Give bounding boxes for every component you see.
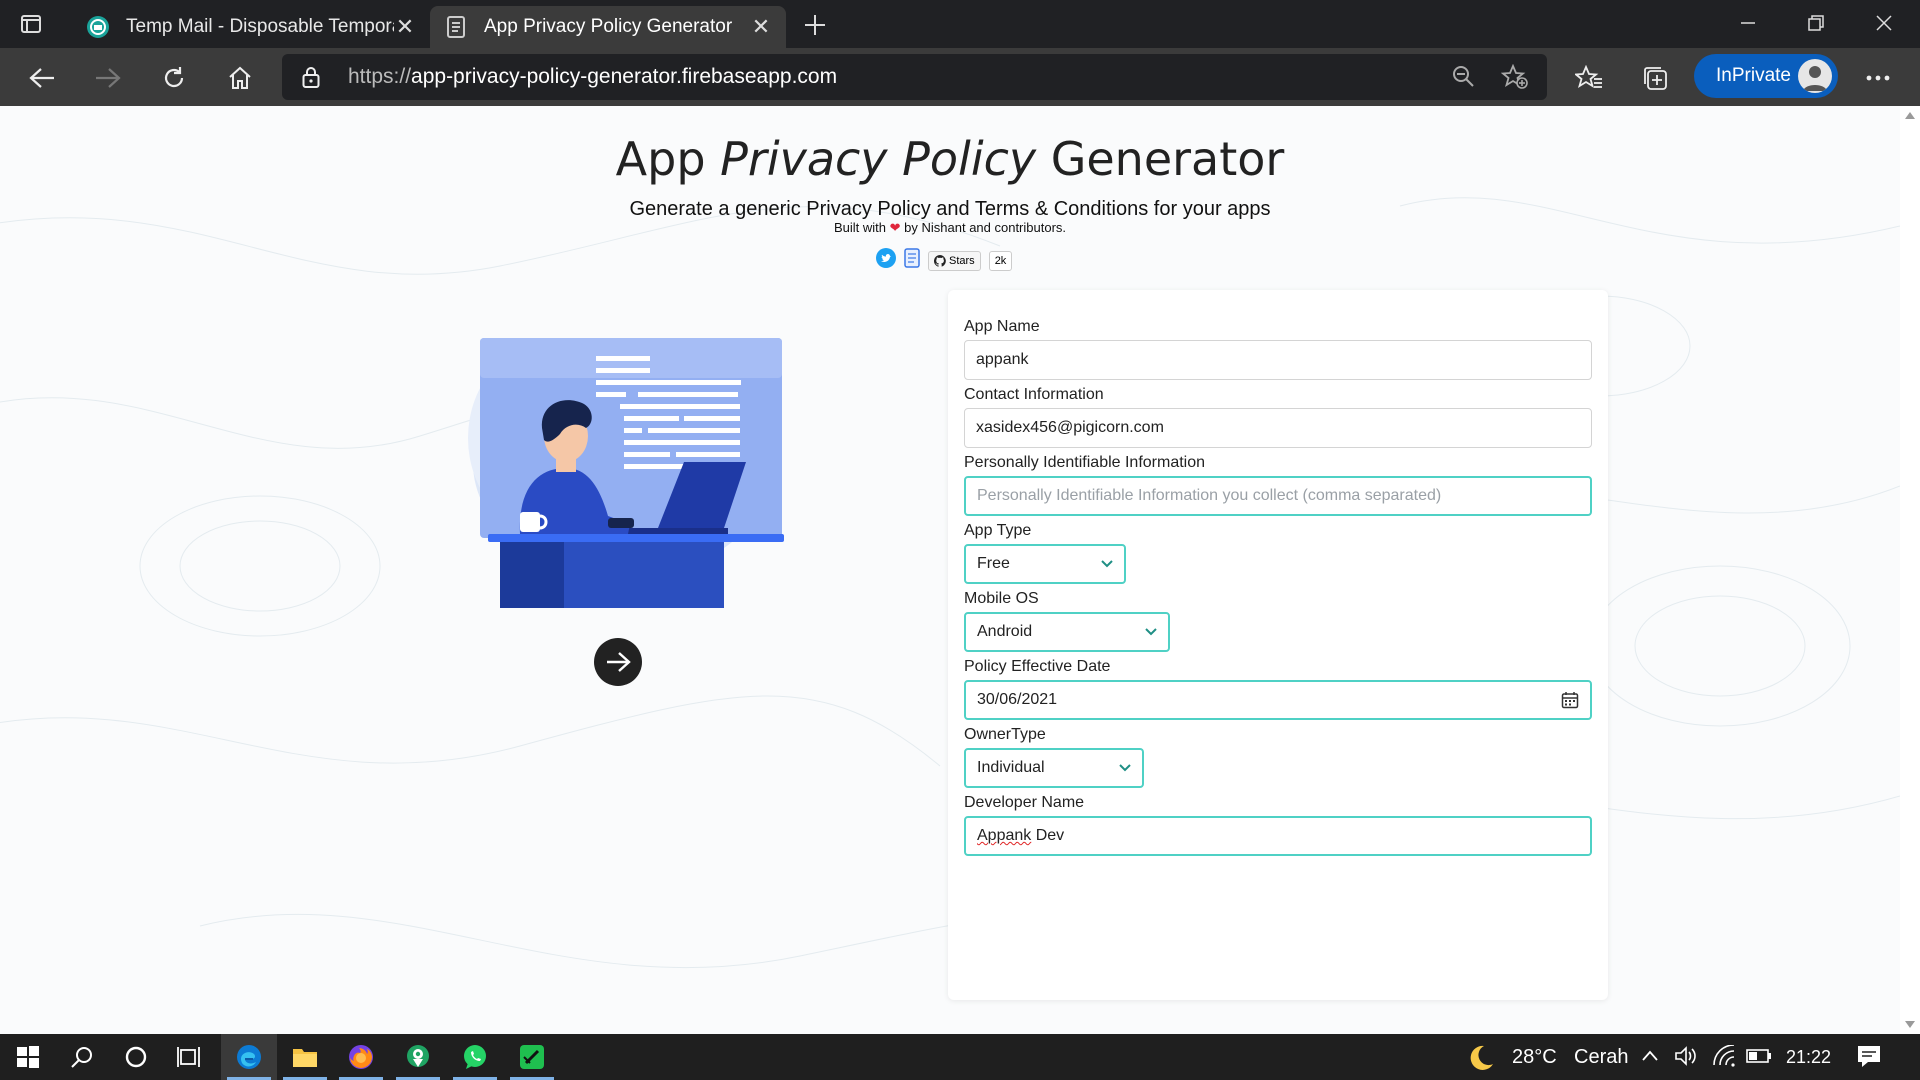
next-arrow-button[interactable] <box>594 638 642 686</box>
developer-name-label: Developer Name <box>964 794 1085 811</box>
page-title: App Privacy Policy Generator <box>615 132 1285 186</box>
inprivate-label: InPrivate <box>1716 65 1791 86</box>
address-bar[interactable]: https://app-privacy-policy-generator.fir… <box>282 54 1547 100</box>
volume-icon[interactable] <box>1674 1045 1698 1072</box>
github-stars-count[interactable]: 2k <box>988 250 1013 271</box>
inprivate-button[interactable]: InPrivate <box>1694 54 1838 98</box>
contact-label: Contact Information <box>964 386 1104 403</box>
scroll-down-icon[interactable] <box>1905 1021 1915 1028</box>
arrow-right-icon <box>607 652 631 672</box>
chevron-up-icon[interactable] <box>1640 1046 1660 1071</box>
tab-title: Temp Mail - Disposable Tempora <box>126 16 394 37</box>
zoom-icon[interactable] <box>1451 64 1475 93</box>
new-tab-plus-icon[interactable] <box>800 10 830 40</box>
developer-illustration <box>468 338 784 608</box>
weather-moon-icon[interactable] <box>1466 1043 1496 1078</box>
chevron-down-icon <box>1145 628 1157 636</box>
owner-type-label: OwnerType <box>964 726 1046 743</box>
add-favorite-star-icon[interactable] <box>1500 63 1529 95</box>
task-view-icon[interactable] <box>162 1034 218 1080</box>
collections-icon[interactable] <box>1637 60 1673 96</box>
app-type-label: App Type <box>964 522 1032 539</box>
tab-app-privacy-policy[interactable]: App Privacy Policy Generator ✕ <box>430 6 786 48</box>
mobile-os-label: Mobile OS <box>964 590 1039 607</box>
document-icon <box>444 15 468 39</box>
scroll-up-icon[interactable] <box>1905 112 1915 119</box>
clock-time[interactable]: 21:22 <box>1786 1047 1831 1068</box>
pii-input[interactable]: Personally Identifiable Information you … <box>964 476 1592 516</box>
firefox-icon[interactable] <box>333 1034 389 1080</box>
social-badges: Stars 2k <box>876 248 1013 273</box>
app-name-label: App Name <box>964 318 1040 335</box>
contact-input[interactable]: xasidex456@pigicorn.com <box>964 408 1592 448</box>
close-icon[interactable]: ✕ <box>750 14 772 39</box>
close-icon[interactable]: ✕ <box>394 14 416 39</box>
home-icon[interactable] <box>222 60 258 96</box>
browser-nav-bar: https://app-privacy-policy-generator.fir… <box>0 48 1920 106</box>
favorites-icon[interactable] <box>1571 60 1607 96</box>
wifi-icon[interactable] <box>1712 1044 1736 1072</box>
back-arrow-icon[interactable] <box>24 60 60 96</box>
github-icon <box>934 254 946 267</box>
tab-title: App Privacy Policy Generator <box>484 16 733 37</box>
page-subtitle: Generate a generic Privacy Policy and Te… <box>629 198 1271 220</box>
heart-icon: ❤ <box>889 220 901 235</box>
developer-name-input[interactable]: Appank Dev <box>964 816 1592 856</box>
chevron-down-icon <box>1101 560 1113 568</box>
weather-temperature[interactable]: 28°C <box>1512 1046 1557 1069</box>
profile-avatar-icon <box>1798 59 1832 93</box>
green-app-icon[interactable] <box>504 1034 560 1080</box>
chevron-down-icon <box>1119 764 1131 772</box>
github-stars-button[interactable]: Stars <box>928 250 981 271</box>
page-scrollbar[interactable] <box>1900 106 1920 1034</box>
minimize-icon[interactable] <box>1728 8 1768 38</box>
notifications-icon[interactable] <box>1856 1044 1882 1073</box>
more-options-icon[interactable] <box>1860 60 1896 96</box>
owner-type-select[interactable]: Individual <box>964 748 1144 788</box>
url-text: https://app-privacy-policy-generator.fir… <box>348 65 838 88</box>
lock-icon[interactable] <box>302 66 320 93</box>
calendar-icon <box>1561 692 1579 709</box>
windows-taskbar: 28°C Cerah 21:22 <box>0 1034 1920 1080</box>
forward-arrow-icon[interactable] <box>90 60 126 96</box>
effective-date-label: Policy Effective Date <box>964 658 1111 675</box>
search-icon[interactable] <box>54 1034 110 1080</box>
browser-tab-bar: Temp Mail - Disposable Tempora ✕ App Pri… <box>0 0 1920 48</box>
whatsapp-icon[interactable] <box>447 1034 503 1080</box>
cortana-icon[interactable] <box>108 1034 164 1080</box>
battery-icon[interactable] <box>1746 1048 1772 1069</box>
maps-app-icon[interactable] <box>390 1034 446 1080</box>
restore-icon[interactable] <box>1796 8 1836 38</box>
windows-start-icon[interactable] <box>0 1034 56 1080</box>
policy-form-card: App Name appank Contact Information xasi… <box>948 290 1608 1000</box>
pii-label: Personally Identifiable Information <box>964 454 1206 471</box>
app-type-select[interactable]: Free <box>964 544 1126 584</box>
file-explorer-icon[interactable] <box>277 1034 333 1080</box>
page-content: App Privacy Policy Generator Generate a … <box>0 106 1900 1034</box>
tab-temp-mail[interactable]: Temp Mail - Disposable Tempora ✕ <box>72 6 430 48</box>
mobile-os-select[interactable]: Android <box>964 612 1170 652</box>
twitter-icon[interactable] <box>876 248 896 273</box>
docs-icon[interactable] <box>904 248 920 273</box>
built-with-credit: Built with ❤ by Nishant and contributors… <box>833 220 1067 235</box>
edge-browser-icon[interactable] <box>221 1034 277 1080</box>
weather-condition[interactable]: Cerah <box>1574 1046 1628 1069</box>
tempmail-icon <box>86 15 110 39</box>
effective-date-input[interactable]: 30/06/2021 <box>964 680 1592 720</box>
tab-actions-icon[interactable] <box>18 11 44 37</box>
app-name-input[interactable]: appank <box>964 340 1592 380</box>
close-window-icon[interactable] <box>1864 8 1904 38</box>
refresh-icon[interactable] <box>156 60 192 96</box>
